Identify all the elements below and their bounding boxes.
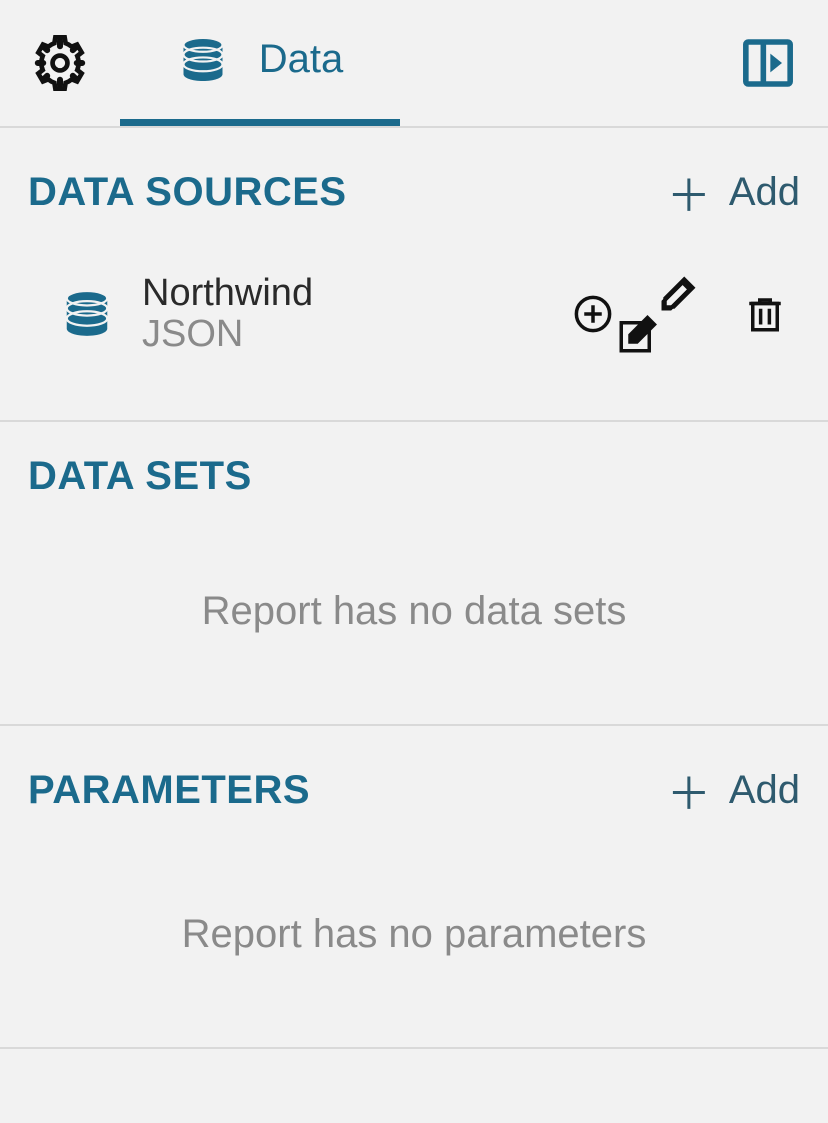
add-dataset-from-source-button[interactable] <box>572 272 614 356</box>
toolbar: Data <box>0 0 828 128</box>
add-parameter-button[interactable]: ＋ Add <box>667 758 800 822</box>
section-data-sources: DATA SOURCES ＋ Add Northwind JSON <box>0 128 828 422</box>
panel-collapse-icon <box>740 35 796 91</box>
panel-collapse-button[interactable] <box>708 0 828 126</box>
add-data-source-label: Add <box>729 170 800 215</box>
settings-button[interactable] <box>0 0 120 126</box>
tab-data[interactable]: Data <box>120 0 400 126</box>
tab-data-label: Data <box>259 37 344 82</box>
gear-icon <box>32 35 88 91</box>
parameters-empty-message: Report has no parameters <box>28 832 800 1007</box>
edit-data-source-button[interactable] <box>658 272 700 356</box>
database-icon <box>177 33 229 87</box>
circle-plus-icon <box>572 293 614 335</box>
section-data-sets: DATA SETS Report has no data sets <box>0 422 828 726</box>
database-icon <box>52 286 122 342</box>
data-source-type: JSON <box>142 313 572 356</box>
data-sources-title: DATA SOURCES <box>28 170 347 215</box>
data-sets-empty-message: Report has no data sets <box>28 509 800 684</box>
add-parameter-label: Add <box>729 768 800 813</box>
data-sets-title: DATA SETS <box>28 454 252 499</box>
delete-data-source-button[interactable] <box>744 272 786 356</box>
plus-icon: ＋ <box>667 160 711 224</box>
parameters-title: PARAMETERS <box>28 768 310 813</box>
data-source-row[interactable]: Northwind JSON <box>28 234 800 380</box>
section-parameters: PARAMETERS ＋ Add Report has no parameter… <box>0 726 828 1049</box>
trash-icon <box>744 292 786 336</box>
plus-icon: ＋ <box>667 758 711 822</box>
data-source-name: Northwind <box>142 272 572 315</box>
edit-icon <box>658 272 700 356</box>
add-data-source-button[interactable]: ＋ Add <box>667 160 800 224</box>
